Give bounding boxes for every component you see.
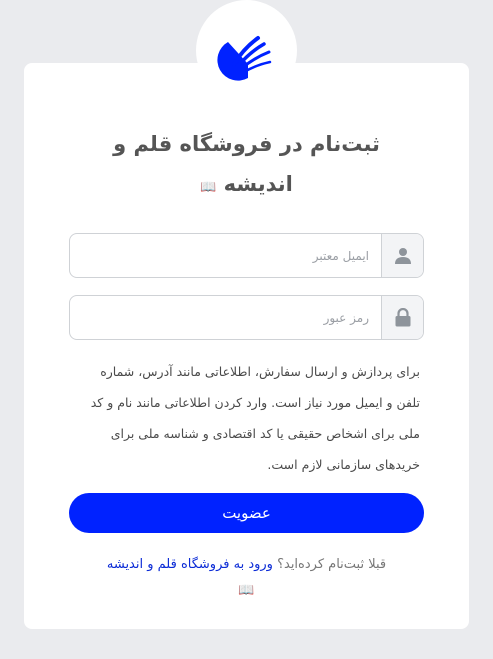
book-emoji-icon: 📖 xyxy=(200,180,217,195)
quill-logo-icon xyxy=(217,36,272,81)
login-question: قبلا ثبت‌نام کرده‌اید؟ xyxy=(277,557,387,572)
title-line-1: ثبت‌نام در فروشگاه قلم و xyxy=(113,132,380,156)
page-title: ثبت‌نام در فروشگاه قلم و اندیشه 📖 xyxy=(60,124,433,208)
password-input[interactable] xyxy=(70,296,381,339)
email-field-group xyxy=(69,233,424,278)
signup-button[interactable]: عضویت xyxy=(69,493,424,533)
email-input[interactable] xyxy=(70,234,381,277)
login-link[interactable]: ورود به فروشگاه قلم و اندیشه xyxy=(107,557,273,572)
title-line-2: اندیشه xyxy=(223,172,293,196)
login-prompt: قبلا ثبت‌نام کرده‌اید؟ ورود به فروشگاه ق… xyxy=(60,552,433,604)
user-icon xyxy=(381,234,423,277)
lock-icon xyxy=(381,296,423,339)
info-text: برای پردازش و ارسال سفارش، اطلاعاتی مانن… xyxy=(90,364,420,472)
book-emoji-icon: 📖 xyxy=(238,583,255,598)
password-field-group xyxy=(69,295,424,340)
